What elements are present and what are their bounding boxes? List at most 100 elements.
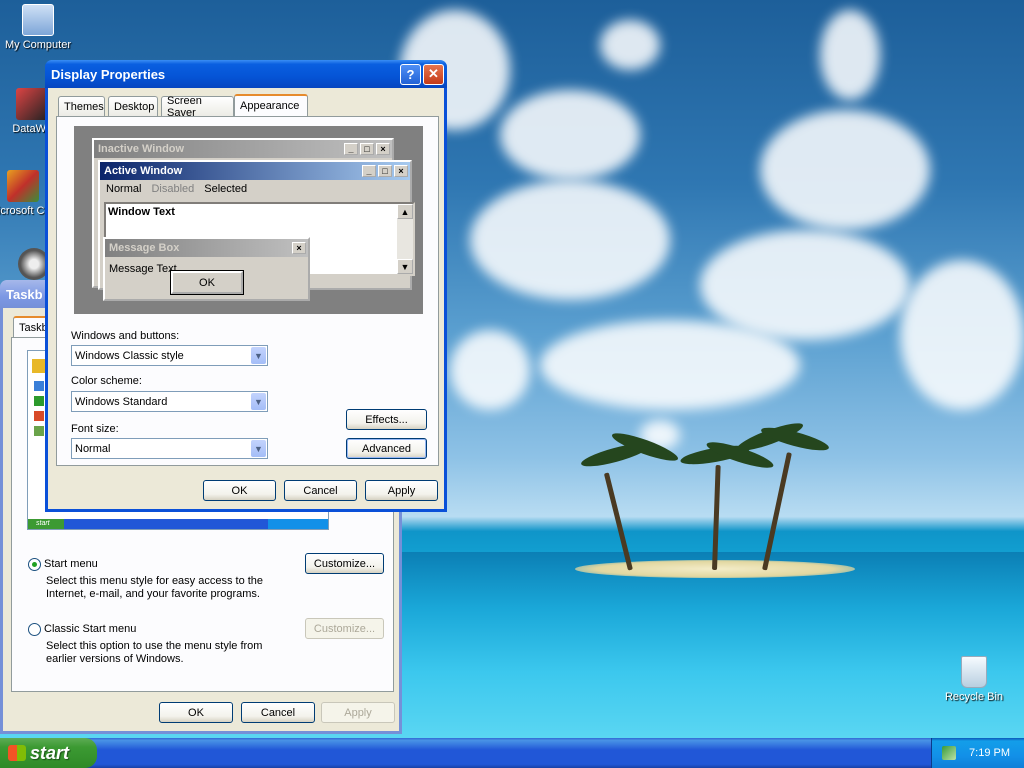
preview-menu-item	[34, 426, 44, 436]
tab-desktop[interactable]: Desktop	[108, 96, 158, 116]
scroll-down-icon: ▼	[397, 259, 413, 274]
close-icon: ✕	[428, 66, 439, 81]
preview-window-text: Window Text	[108, 206, 175, 218]
taskbar: start 7:19 PM	[0, 738, 1024, 768]
tab-screen-saver[interactable]: Screen Saver	[161, 94, 234, 119]
help-icon: ?	[406, 66, 415, 82]
preview-message-box-titlebar: Message Box ×	[105, 239, 308, 257]
display-properties-titlebar[interactable]: Display Properties ? ✕	[45, 60, 447, 88]
customize-button[interactable]: Customize...	[305, 553, 384, 574]
preview-menu-item	[34, 396, 44, 406]
close-button[interactable]: ✕	[423, 63, 444, 85]
windows-buttons-select[interactable]: Windows Classic style ▼	[71, 345, 268, 366]
window-title: Taskb	[6, 286, 43, 302]
tab-label: Themes	[64, 100, 104, 113]
scroll-up-icon: ▲	[397, 204, 413, 219]
chevron-down-icon[interactable]: ▼	[251, 347, 266, 364]
close-icon: ×	[394, 165, 408, 177]
preview-ok-button: OK	[170, 270, 244, 295]
visual-cpp-icon	[7, 170, 39, 202]
windows-buttons-label: Windows and buttons:	[71, 330, 180, 342]
help-button[interactable]: ?	[400, 63, 421, 85]
start-button[interactable]: start	[0, 738, 97, 768]
cloud	[470, 180, 670, 300]
system-tray: 7:19 PM	[931, 738, 1024, 768]
preview-active-title: Active Window	[104, 165, 183, 177]
preview-menu-bar: Normal Disabled Selected	[100, 180, 410, 198]
start-label: start	[30, 742, 70, 763]
start-menu-label[interactable]: Start menu	[44, 558, 98, 570]
select-value: Windows Classic style	[75, 349, 184, 362]
cloud	[700, 230, 910, 340]
chevron-down-icon[interactable]: ▼	[251, 393, 266, 410]
chevron-down-icon[interactable]: ▼	[251, 440, 266, 457]
tab-label: Screen Saver	[167, 94, 202, 119]
cloud	[540, 320, 800, 410]
preview-ok-label: OK	[199, 276, 215, 289]
windows-logo-icon	[8, 745, 26, 761]
start-menu-radio[interactable]	[28, 558, 41, 571]
preview-menu-item	[34, 411, 44, 421]
advanced-button[interactable]: Advanced	[346, 438, 427, 459]
tab-label: Desktop	[114, 100, 155, 113]
select-value: Windows Standard	[75, 395, 168, 408]
preview-inactive-title: Inactive Window	[98, 143, 185, 155]
cancel-button[interactable]: Cancel	[241, 702, 315, 723]
recycle-bin-icon	[961, 656, 987, 688]
appearance-tab-panel: Inactive Window _ □ × Active Window _ □ …	[56, 116, 439, 466]
preview-scrollbar: ▲ ▼	[397, 204, 413, 274]
ok-button[interactable]: OK	[159, 702, 233, 723]
start-menu-description: Internet, e-mail, and your favorite prog…	[46, 588, 260, 600]
tab-label: Taskb	[19, 322, 48, 334]
desktop-icon-label: My Computer	[4, 39, 72, 51]
classic-description: Select this option to use the menu style…	[46, 640, 263, 652]
cancel-button[interactable]: Cancel	[284, 480, 357, 501]
tab-appearance[interactable]: Appearance	[234, 94, 308, 116]
font-size-label: Font size:	[71, 423, 119, 435]
close-icon: ×	[292, 242, 306, 254]
preview-menu-selected: Selected	[204, 183, 248, 195]
color-scheme-label: Color scheme:	[71, 375, 142, 387]
preview-active-titlebar: Active Window _ □ ×	[100, 162, 410, 180]
apply-button[interactable]: Apply	[365, 480, 438, 501]
classic-description: earlier versions of Windows.	[46, 653, 184, 665]
cloud	[450, 330, 530, 410]
preview-tray	[268, 519, 328, 529]
preview-menu-item	[32, 359, 46, 373]
apply-button[interactable]: Apply	[321, 702, 395, 723]
classic-customize-button[interactable]: Customize...	[305, 618, 384, 639]
select-value: Normal	[75, 442, 111, 455]
maximize-icon: □	[378, 165, 392, 177]
preview-start-button: start	[28, 519, 64, 529]
cloud	[760, 110, 930, 230]
computer-icon	[22, 4, 54, 36]
clock[interactable]: 7:19 PM	[969, 747, 1010, 759]
tab-label: Appearance	[240, 100, 300, 112]
color-scheme-select[interactable]: Windows Standard ▼	[71, 391, 268, 412]
window-title: Display Properties	[51, 66, 166, 82]
ok-button[interactable]: OK	[203, 480, 276, 501]
preview-message-box-title: Message Box	[109, 242, 180, 254]
effects-button[interactable]: Effects...	[346, 409, 427, 430]
classic-start-menu-radio[interactable]	[28, 623, 41, 636]
cloud	[600, 20, 660, 70]
preview-menu-normal: Normal	[106, 183, 142, 195]
display-properties-window: Display Properties ? ✕ Themes Desktop Sc…	[45, 60, 447, 512]
preview-menu-disabled: Disabled	[151, 183, 195, 195]
minimize-icon: _	[362, 165, 376, 177]
preview-taskbar: start	[28, 519, 328, 529]
close-icon: ×	[376, 143, 390, 155]
preview-message-box: Message Box × Message Text OK	[103, 237, 310, 301]
minimize-icon: _	[344, 143, 358, 155]
classic-start-menu-label[interactable]: Classic Start menu	[44, 623, 136, 635]
preview-menu-item	[34, 381, 44, 391]
network-icon[interactable]	[942, 746, 956, 760]
recycle-bin-shortcut[interactable]: Recycle Bin	[936, 656, 1012, 703]
preview-message-text: Message Text	[109, 263, 177, 275]
my-computer-shortcut[interactable]: My Computer	[0, 4, 76, 51]
cloud	[500, 90, 640, 180]
tab-themes[interactable]: Themes	[58, 96, 105, 116]
cloud	[900, 260, 1024, 410]
font-size-select[interactable]: Normal ▼	[71, 438, 268, 459]
maximize-icon: □	[360, 143, 374, 155]
